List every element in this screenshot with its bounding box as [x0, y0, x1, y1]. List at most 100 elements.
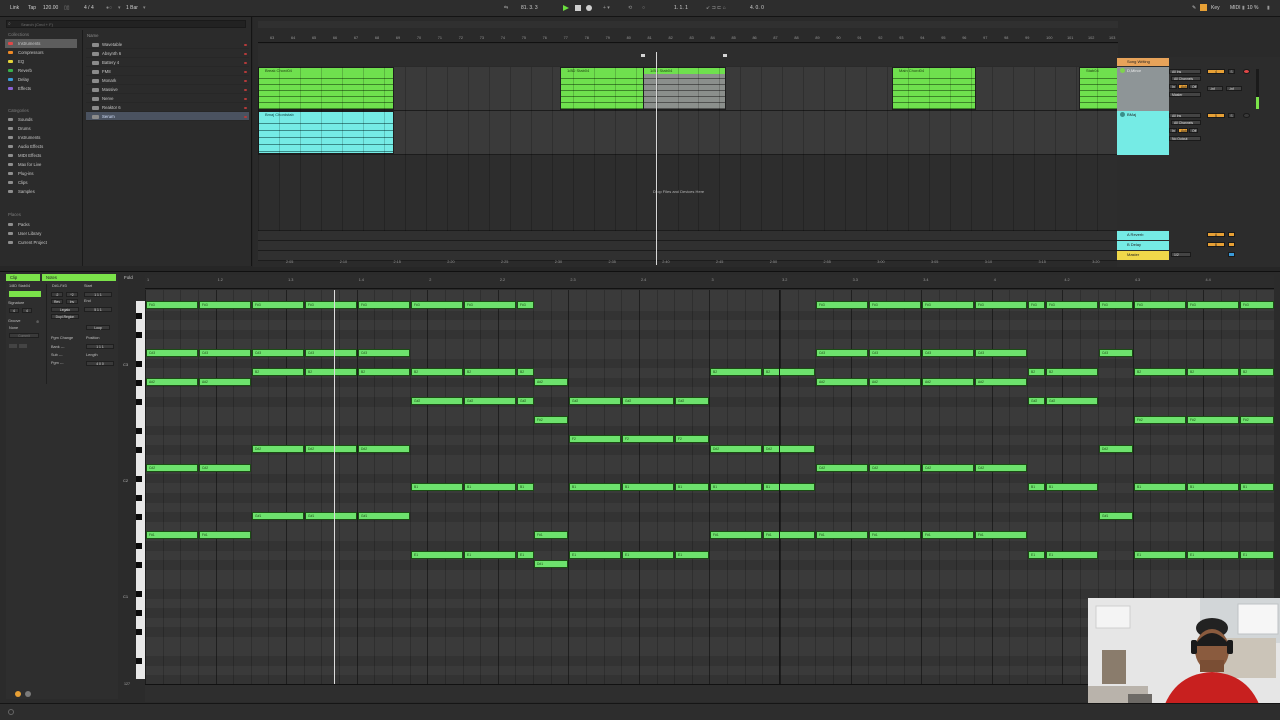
post-send-button[interactable] — [1228, 232, 1235, 237]
midi-note[interactable]: B1 — [710, 483, 762, 492]
midi-note[interactable]: C#3 — [199, 349, 251, 357]
arrangement-overview-strip[interactable] — [258, 21, 1118, 28]
midi-note[interactable]: A#2 — [922, 377, 974, 386]
sidebar-item-instruments[interactable]: Instruments — [5, 39, 77, 48]
black-key[interactable] — [136, 610, 142, 617]
midi-note[interactable]: F#3 — [305, 301, 357, 309]
sidebar-item-plug-ins[interactable]: Plug-ins — [5, 169, 77, 178]
midi-note[interactable]: C#3 — [146, 349, 198, 357]
follow-icon[interactable]: ⇆ — [504, 5, 508, 11]
loop-start-marker[interactable] — [641, 54, 645, 57]
midi-note[interactable]: G#2 — [1046, 397, 1098, 405]
midi-note[interactable]: C#3 — [1099, 349, 1133, 357]
midi-note[interactable]: C#2 — [816, 464, 868, 473]
browser-file-item[interactable]: Massive — [86, 85, 249, 95]
midi-note[interactable]: C#2 — [869, 464, 921, 473]
input-type-dropdown[interactable]: All Ins — [1169, 113, 1201, 118]
browser-file-item[interactable]: Nerve — [86, 94, 249, 104]
black-key[interactable] — [136, 475, 142, 482]
input-channel-dropdown[interactable]: All Channels — [1171, 76, 1201, 81]
tap-tempo-button[interactable]: Tap — [28, 5, 36, 11]
black-key[interactable] — [136, 514, 142, 521]
black-key[interactable] — [136, 379, 142, 386]
capture-icon[interactable]: ○ — [642, 5, 645, 11]
midi-note[interactable]: A#2 — [816, 377, 868, 386]
master-solo-button[interactable] — [1228, 252, 1235, 257]
midi-note[interactable]: D#2 — [305, 445, 357, 453]
midi-note[interactable]: C#2 — [922, 464, 974, 473]
midi-note[interactable]: A#2 — [869, 377, 921, 386]
black-key[interactable] — [136, 447, 142, 453]
beat-time-ruler[interactable]: 63 64 65 66 67 68 69 70 71 72 73 74 75 76 77 78 79 80 81 82… — [258, 31, 1118, 43]
midi-note[interactable]: B1 — [517, 483, 534, 492]
search-input[interactable]: Search (Cmd + F) — [6, 20, 246, 28]
midi-note[interactable]: C#3 — [816, 349, 868, 357]
midi-note[interactable]: C#2 — [975, 464, 1027, 473]
key-map-button[interactable]: Key — [1211, 5, 1220, 11]
midi-note[interactable]: B2 — [1046, 368, 1098, 377]
midi-note[interactable]: G#2 — [411, 397, 463, 405]
return-lane-a[interactable] — [258, 231, 1118, 241]
midi-note[interactable]: B2 — [1134, 368, 1186, 377]
midi-note[interactable]: F#3 — [816, 301, 868, 309]
black-key[interactable] — [136, 495, 142, 501]
input-channel-dropdown[interactable]: All Channels — [1171, 120, 1201, 125]
midi-note[interactable]: D#1 — [534, 560, 568, 569]
commit-button[interactable]: Commit — [9, 333, 39, 338]
midi-note[interactable]: G#2 — [464, 397, 516, 405]
input-type-dropdown[interactable]: All Ins — [1169, 69, 1201, 74]
midi-note[interactable]: F2 — [569, 435, 621, 444]
chevron-down-icon[interactable]: ▾ — [143, 5, 146, 11]
midi-note[interactable]: F#3 — [517, 301, 534, 309]
midi-note[interactable]: F#3 — [869, 301, 921, 309]
fold-button[interactable]: Fold — [124, 275, 133, 280]
arrangement-position-field[interactable]: 81. 3. 3 — [521, 5, 538, 11]
solo-button[interactable]: S — [1228, 69, 1235, 74]
midi-note[interactable]: A#2 — [975, 377, 1027, 386]
sidebar-item-delay[interactable]: Delay — [5, 75, 77, 84]
midi-note[interactable]: D#2 — [1099, 445, 1133, 453]
signature-numerator[interactable]: 4 — [9, 308, 19, 313]
browser-file-item[interactable]: Wavetable — [86, 40, 249, 50]
midi-note[interactable]: G#2 — [622, 397, 674, 405]
midi-note[interactable]: G#1 — [252, 512, 304, 521]
groove-dropdown[interactable]: None — [9, 326, 18, 330]
return-track-a[interactable]: A Reverb — [1117, 231, 1169, 240]
track-activator-button[interactable]: 5 — [1207, 113, 1225, 118]
track-header-dminor[interactable]: D,Minor — [1117, 67, 1169, 111]
midi-note[interactable]: F#2 — [1134, 416, 1186, 425]
midi-note[interactable]: A#2 — [199, 377, 251, 386]
monitor-in-button[interactable]: In — [1169, 128, 1177, 133]
reverse-button[interactable]: Rev — [51, 299, 63, 304]
scale-double-button[interactable]: *2 — [66, 292, 78, 297]
midi-note[interactable]: G#1 — [305, 512, 357, 521]
midi-note[interactable]: E1 — [1028, 550, 1045, 559]
midi-note[interactable]: F#3 — [252, 301, 304, 309]
browser-divider[interactable] — [82, 30, 83, 266]
return-track-b[interactable]: B Delay — [1117, 241, 1169, 250]
midi-note[interactable]: G#1 — [1099, 512, 1133, 521]
midi-note[interactable]: E1 — [1187, 550, 1239, 559]
midi-note[interactable]: B1 — [1028, 483, 1045, 492]
monitor-off-button[interactable]: Off — [1189, 128, 1198, 133]
midi-note[interactable]: F#1 — [710, 531, 762, 540]
midi-note[interactable]: F#3 — [464, 301, 516, 309]
midi-note[interactable]: B1 — [1240, 483, 1274, 492]
loop-start-field[interactable]: 1. 1. 1 — [674, 5, 688, 11]
track-lane-bmaj[interactable]: Bmaj Chordstab — [258, 111, 1118, 155]
midi-note[interactable]: B2 — [1028, 368, 1045, 377]
clip-name[interactable]: 1/8D Stab04 — [9, 284, 30, 288]
midi-note[interactable]: B2 — [1240, 368, 1274, 377]
link-button[interactable]: Link — [10, 5, 19, 11]
fold-icon[interactable] — [1120, 68, 1125, 73]
sidebar-item-midi-effects[interactable]: MIDI Effects — [5, 151, 77, 160]
sidebar-item-packs[interactable]: Packs — [5, 220, 77, 229]
midi-note[interactable]: G#2 — [569, 397, 621, 405]
midi-note[interactable]: F#3 — [1028, 301, 1045, 309]
browser-file-item[interactable]: FM8 — [86, 67, 249, 77]
midi-note[interactable]: C#3 — [358, 349, 410, 357]
midi-note[interactable]: B2 — [305, 368, 357, 377]
sidebar-item-drums[interactable]: Drums — [5, 124, 77, 133]
duplicate-region-button[interactable]: Dupl.Region — [51, 314, 79, 319]
sidebar-item-samples[interactable]: Samples — [5, 187, 77, 196]
